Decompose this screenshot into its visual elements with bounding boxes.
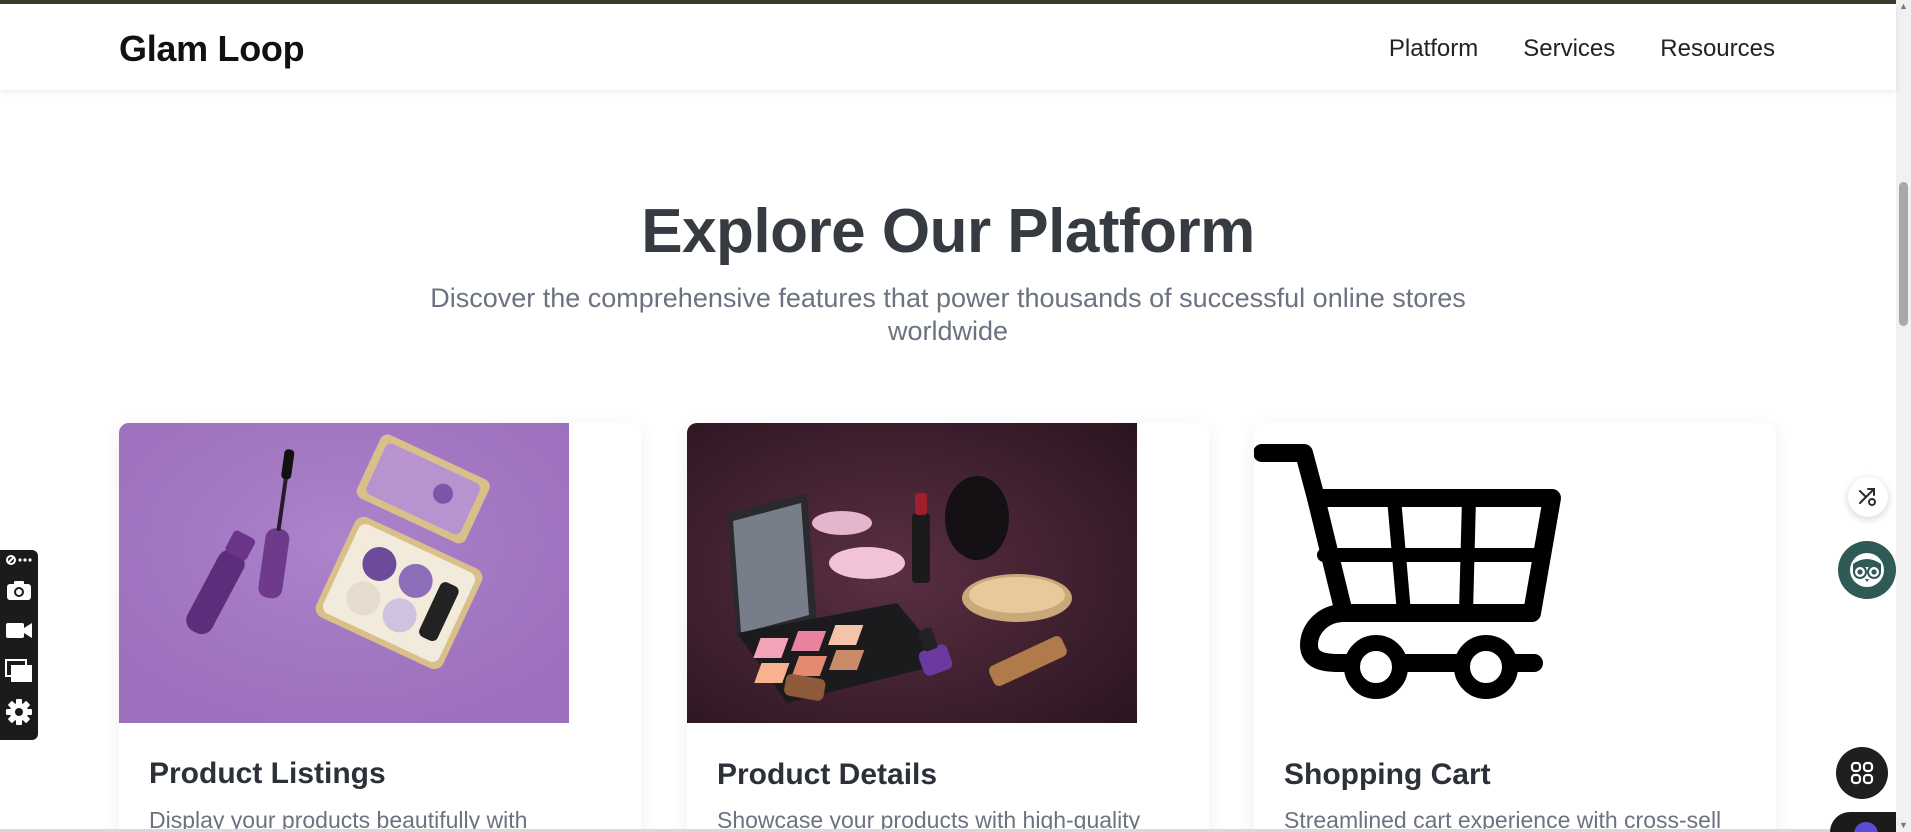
- vertical-scrollbar[interactable]: ▲ ▼: [1896, 0, 1911, 832]
- capture-toolbar: [0, 550, 38, 740]
- apps-menu-button[interactable]: [1836, 747, 1888, 799]
- purple-cosmetics-photo: [119, 423, 569, 723]
- section-subtitle: Discover the comprehensive features that…: [430, 283, 1466, 346]
- main-nav: Platform Services Resources: [1389, 35, 1775, 63]
- site-header: Glam Loop Platform Services Resources: [0, 4, 1896, 90]
- nav-services[interactable]: Services: [1523, 35, 1615, 63]
- card-title: Product Listings: [149, 757, 386, 790]
- scroll-up-arrow-icon[interactable]: ▲: [1899, 2, 1908, 11]
- feature-card-product-listings[interactable]: Product Listings Display your products b…: [119, 423, 641, 832]
- makeup-set-photo: [687, 423, 1137, 723]
- section-title: Explore Our Platform: [641, 197, 1255, 266]
- nav-resources[interactable]: Resources: [1660, 35, 1775, 63]
- grid-menu-icon: [1850, 761, 1874, 785]
- feature-card-shopping-cart[interactable]: Shopping Cart Streamlined cart experienc…: [1254, 423, 1776, 832]
- pen-menu-icon[interactable]: [5, 552, 33, 568]
- assistant-button[interactable]: [1838, 541, 1896, 599]
- camera-icon[interactable]: [5, 576, 33, 604]
- card-title: Product Details: [717, 758, 938, 791]
- owl-icon: [1847, 550, 1887, 590]
- shopping-cart-icon: [1254, 423, 1704, 723]
- widget-tab[interactable]: [1830, 812, 1896, 832]
- scrollbar-thumb[interactable]: [1899, 182, 1908, 326]
- scroll-down-arrow-icon[interactable]: ▼: [1899, 821, 1908, 830]
- share-button[interactable]: [1848, 477, 1888, 517]
- gear-icon[interactable]: [5, 698, 33, 726]
- share-icon: [1857, 486, 1879, 508]
- card-title: Shopping Cart: [1284, 758, 1491, 791]
- video-icon[interactable]: [5, 616, 33, 644]
- feature-card-product-details[interactable]: Product Details Showcase your products w…: [687, 423, 1209, 832]
- page: Glam Loop Platform Services Resources Ex…: [0, 0, 1911, 832]
- nav-platform[interactable]: Platform: [1389, 35, 1478, 63]
- windows-icon[interactable]: [5, 656, 33, 684]
- brand-logo[interactable]: Glam Loop: [119, 28, 305, 70]
- widget-icon: [1854, 822, 1878, 832]
